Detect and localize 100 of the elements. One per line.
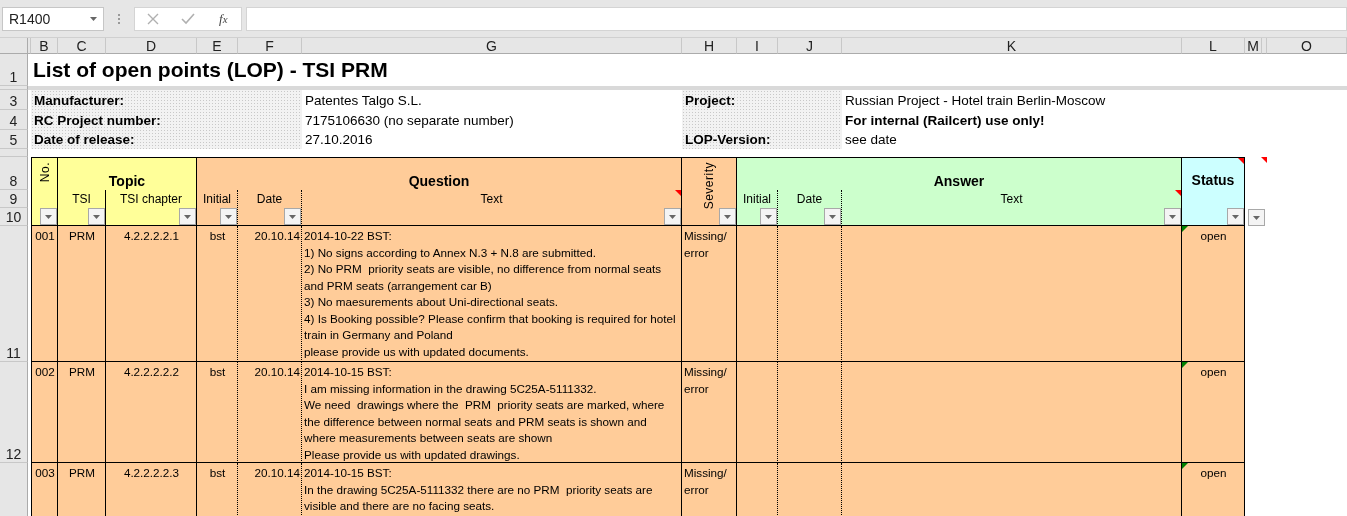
info-value: 7175106630 (no separate number) bbox=[304, 111, 515, 130]
column-group-title: Topic bbox=[58, 157, 197, 190]
row-header[interactable]: 9 bbox=[0, 190, 28, 208]
column-header-label: Initial bbox=[743, 192, 771, 206]
question-text-cell: 2014-10-22 BST: 1) No signs according to Annex N.3 + N.8 are submitted. 2) No PRM priority seats are visible, no difference from normal seats and PRM seats (arrangement car B) 3) No maesurements about Uni-directional seats. 4) Is Booking possible? Please confirm that booking is required for hotel train in Germany and Poland please provide us with updated documents. bbox=[302, 226, 682, 362]
column-header[interactable]: O bbox=[1267, 38, 1347, 54]
filter-button[interactable] bbox=[40, 208, 57, 225]
date-cell: 20.10.14 bbox=[238, 362, 302, 463]
info-label: LOP-Version: bbox=[684, 131, 772, 149]
close-icon bbox=[146, 12, 159, 25]
filter-button[interactable] bbox=[719, 208, 736, 225]
column-group-title: Question bbox=[197, 157, 682, 190]
caret-icon bbox=[829, 214, 836, 219]
column-header[interactable]: J bbox=[778, 38, 842, 54]
status-cell: open bbox=[1182, 463, 1245, 516]
row-number-cell: 001 bbox=[31, 226, 58, 362]
filter-button[interactable] bbox=[760, 208, 777, 225]
column-header[interactable]: F bbox=[238, 38, 302, 54]
column-header[interactable]: D bbox=[106, 38, 197, 54]
column-header[interactable]: M bbox=[1245, 38, 1262, 54]
row-header[interactable]: 10 bbox=[0, 208, 28, 226]
row-header[interactable]: 4 bbox=[0, 110, 28, 130]
column-header-label: TSI bbox=[72, 192, 91, 206]
severity-cell: Missing/ error bbox=[682, 226, 737, 362]
info-value: 27.10.2016 bbox=[304, 131, 374, 149]
caret-icon bbox=[45, 214, 52, 219]
formula-input[interactable] bbox=[246, 6, 1347, 31]
initial-cell: bst bbox=[197, 463, 238, 516]
row-header[interactable]: 5 bbox=[0, 130, 28, 149]
info-label: Date of release: bbox=[33, 131, 136, 149]
grip-icon bbox=[117, 13, 121, 24]
column-header[interactable]: I bbox=[737, 38, 778, 54]
initial-cell: bst bbox=[197, 362, 238, 463]
name-box[interactable]: R1400 bbox=[2, 6, 104, 31]
tsi-cell: PRM bbox=[58, 226, 106, 362]
filter-button[interactable] bbox=[1227, 208, 1244, 225]
caret-icon bbox=[93, 214, 100, 219]
chapter-cell: 4.2.2.2.2.1 bbox=[106, 226, 197, 362]
question-text-cell: 2014-10-15 BST: I am missing information in the drawing 5C25A-5111332. We need drawings where the PRM priority seats are marked, where the difference between normal seats and PRM seats is shown and where measurements between seats are shown Please provide us with updated drawings. bbox=[302, 362, 682, 463]
status-cell: open bbox=[1182, 362, 1245, 463]
filter-button[interactable] bbox=[284, 208, 301, 225]
column-header-label: Date bbox=[796, 192, 823, 206]
info-value: Russian Project - Hotel train Berlin-Moscow bbox=[844, 91, 1107, 110]
severity-cell: Missing/ error bbox=[682, 362, 737, 463]
checkmark-icon bbox=[181, 12, 195, 25]
info-label: Project: bbox=[684, 91, 737, 110]
row-number-cell: 002 bbox=[31, 362, 58, 463]
row-header[interactable]: 11 bbox=[0, 226, 28, 362]
chapter-cell: 4.2.2.2.2.3 bbox=[106, 463, 197, 516]
column-header-label: Text bbox=[480, 192, 503, 206]
filter-button[interactable] bbox=[824, 208, 841, 225]
sheet-title: List of open points (LOP) - TSI PRM bbox=[32, 57, 389, 83]
column-header[interactable]: H bbox=[682, 38, 737, 54]
caret-icon bbox=[1169, 214, 1176, 219]
filter-button[interactable] bbox=[88, 208, 105, 225]
info-label: RC Project number: bbox=[33, 111, 162, 130]
name-box-text: R1400 bbox=[9, 10, 51, 27]
row-number-cell: 003 bbox=[31, 463, 58, 516]
info-value: For internal (Railcert) use only! bbox=[844, 111, 1046, 130]
caret-icon bbox=[765, 214, 772, 219]
filter-button[interactable] bbox=[664, 208, 681, 225]
caret-icon bbox=[289, 214, 296, 219]
row-header[interactable]: 8 bbox=[0, 157, 28, 190]
tsi-cell: PRM bbox=[58, 463, 106, 516]
dropdown-caret-icon bbox=[90, 16, 97, 21]
date-cell: 20.10.14 bbox=[238, 226, 302, 362]
chapter-cell: 4.2.2.2.2.2 bbox=[106, 362, 197, 463]
column-header[interactable]: L bbox=[1182, 38, 1245, 54]
info-value: see date bbox=[844, 131, 898, 149]
row-header[interactable]: 3 bbox=[0, 90, 28, 110]
column-header-label: Text bbox=[1000, 192, 1023, 206]
filter-button[interactable] bbox=[1164, 208, 1181, 225]
date-cell: 20.10.14 bbox=[238, 463, 302, 516]
caret-icon bbox=[1232, 214, 1239, 219]
column-header-label: TSI chapter bbox=[120, 192, 182, 206]
info-value: Patentes Talgo S.L. bbox=[304, 91, 423, 110]
column-header-label: Severity bbox=[702, 162, 716, 210]
filter-button[interactable] bbox=[220, 208, 237, 225]
column-header[interactable]: C bbox=[58, 38, 106, 54]
column-header-label: Status bbox=[1191, 172, 1235, 190]
filter-button[interactable] bbox=[1248, 209, 1265, 226]
column-header[interactable]: B bbox=[31, 38, 58, 54]
caret-icon bbox=[225, 214, 232, 219]
tsi-cell: PRM bbox=[58, 362, 106, 463]
caret-icon bbox=[184, 214, 191, 219]
severity-cell: Missing/ error bbox=[682, 463, 737, 516]
filter-button[interactable] bbox=[179, 208, 196, 225]
column-header-label: Date bbox=[256, 192, 283, 206]
caret-icon bbox=[1253, 215, 1260, 220]
row-header[interactable]: 12 bbox=[0, 362, 28, 463]
caret-icon bbox=[669, 214, 676, 219]
column-header[interactable]: G bbox=[302, 38, 682, 54]
row-header[interactable]: 1 bbox=[0, 54, 28, 86]
column-header-label: No. bbox=[37, 162, 52, 183]
info-label: Manufacturer: bbox=[33, 91, 125, 110]
column-header[interactable]: K bbox=[842, 38, 1182, 54]
status-cell: open bbox=[1182, 226, 1245, 362]
column-group-title: Answer bbox=[737, 157, 1182, 190]
column-header[interactable]: E bbox=[197, 38, 238, 54]
question-text-cell: 2014-10-15 BST: In the drawing 5C25A-5111332 there are no PRM priority seats are visible and there are no facing seats. bbox=[302, 463, 682, 516]
